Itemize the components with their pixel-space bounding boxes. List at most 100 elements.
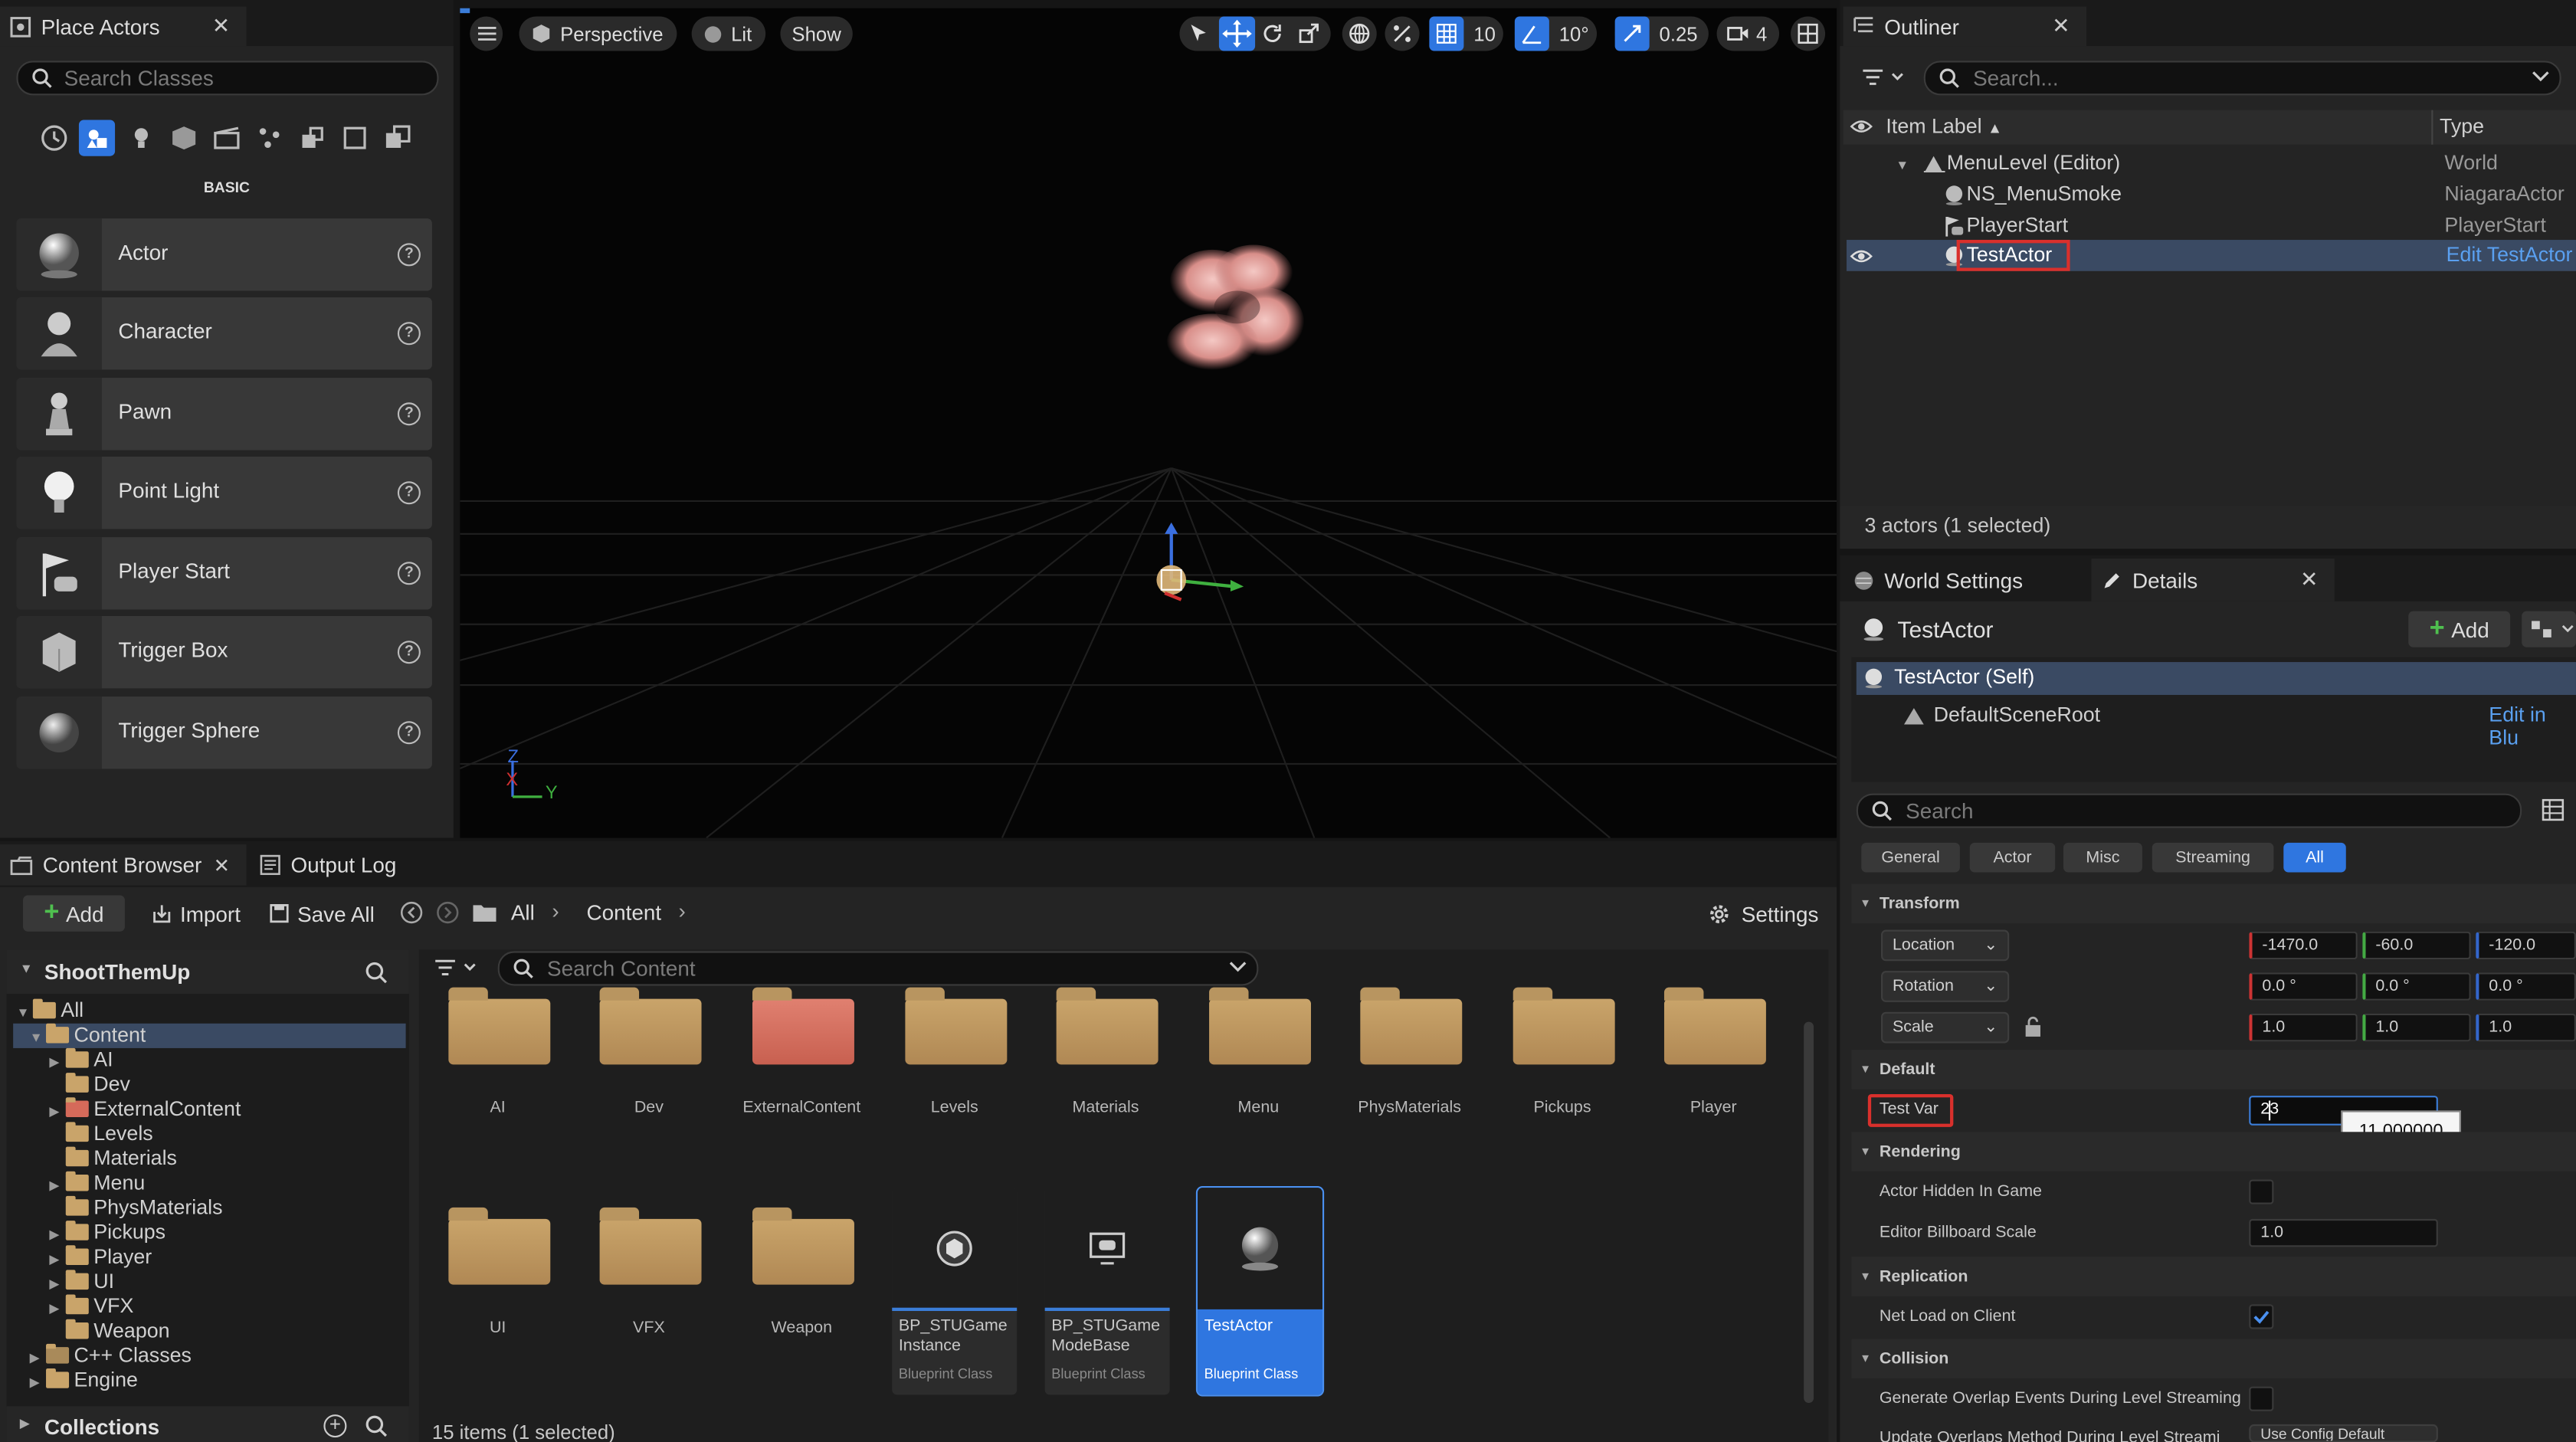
rendering-section[interactable]: Rendering <box>1851 1132 2576 1172</box>
lock-icon[interactable] <box>2022 1015 2043 1038</box>
tree-item-levels[interactable]: Levels <box>49 1122 153 1146</box>
details-actor-name[interactable]: TestActor <box>1897 616 1993 642</box>
tree-item-player[interactable]: ▶ Player <box>49 1245 152 1270</box>
help-icon[interactable]: ? <box>397 641 421 664</box>
folder-tile-levels[interactable] <box>902 985 1008 1065</box>
folder-tile-weapon[interactable] <box>749 1206 854 1285</box>
level-viewport[interactable]: Z X Y <box>460 8 1837 838</box>
tree-item-materials[interactable]: Materials <box>49 1147 177 1172</box>
folder-tile-menu[interactable] <box>1206 985 1311 1065</box>
add-button[interactable]: + Add <box>23 895 125 932</box>
close-icon[interactable]: ✕ <box>2300 567 2318 593</box>
settings-button[interactable]: Settings <box>1702 896 1824 932</box>
breadcrumb-content[interactable]: Content <box>586 900 661 925</box>
tree-item-engine[interactable]: ▶ Engine <box>30 1368 138 1393</box>
tab-place-actors[interactable]: Place Actors ✕ <box>0 6 247 47</box>
filter-all[interactable]: All <box>2283 842 2346 873</box>
filter-misc[interactable]: Misc <box>2063 842 2142 873</box>
visibility-eye-icon[interactable] <box>1850 247 1873 267</box>
tree-item-externalcontent[interactable]: ▶ ExternalContent <box>49 1097 241 1122</box>
outliner-row-menulevel[interactable]: ▼ MenuLevel (Editor) World <box>1847 148 2576 179</box>
filter-streaming[interactable]: Streaming <box>2152 842 2274 873</box>
tab-content-browser[interactable]: Content Browser ✕ <box>0 844 247 886</box>
tree-item-cpp-classes[interactable]: ▶ C++ Classes <box>30 1344 192 1368</box>
rotation-z-field[interactable]: 0.0 ° <box>2476 972 2576 1001</box>
folder-tile-pickups[interactable] <box>1509 985 1615 1065</box>
chevron-down-icon[interactable] <box>1229 958 1247 976</box>
replication-section[interactable]: Replication <box>1851 1257 2576 1296</box>
geometry-category-icon[interactable] <box>294 120 330 156</box>
collapse-icon[interactable]: ▼ <box>20 961 33 975</box>
shapes-category-icon[interactable] <box>166 120 202 156</box>
actor-item-player-start[interactable]: Player Start ? <box>16 537 432 610</box>
visibility-eye-icon[interactable] <box>1850 116 1873 136</box>
recent-icon[interactable] <box>36 120 72 156</box>
asset-tile-bp-stugame-modebase[interactable]: BP_STUGame ModeBase Blueprint Class <box>1044 1188 1170 1395</box>
import-button[interactable]: Import <box>145 896 247 932</box>
basic-category-icon[interactable] <box>78 120 116 156</box>
tab-outliner[interactable]: Outliner ✕ <box>1843 6 2087 47</box>
location-dropdown[interactable]: Location ⌄ <box>1880 929 2010 962</box>
tab-output-log[interactable]: Output Log <box>250 844 431 886</box>
net-load-checkbox[interactable] <box>2249 1304 2274 1329</box>
asset-tile-testactor[interactable]: TestActor Blueprint Class <box>1195 1186 1325 1397</box>
blueprint-options-icon[interactable] <box>2522 611 2576 647</box>
scale-dropdown[interactable]: Scale ⌄ <box>1880 1011 2010 1044</box>
tree-item-vfx[interactable]: ▶ VFX <box>49 1295 133 1319</box>
show-button[interactable]: Show <box>780 16 853 51</box>
rotation-snap-button[interactable]: 10° <box>1514 16 1598 51</box>
help-icon[interactable]: ? <box>397 402 421 426</box>
tree-item-content[interactable]: ▼ Content <box>30 1024 146 1048</box>
rotation-x-field[interactable]: 0.0 ° <box>2249 972 2358 1001</box>
forward-icon[interactable] <box>435 900 460 925</box>
select-tool-icon[interactable] <box>1189 23 1209 44</box>
save-all-button[interactable]: Save All <box>264 896 379 932</box>
tree-item-ai[interactable]: ▶ AI <box>49 1048 113 1073</box>
folder-tile-vfx[interactable] <box>596 1206 702 1285</box>
cinematic-category-icon[interactable] <box>208 120 244 156</box>
move-tool-icon[interactable] <box>1218 16 1256 51</box>
folder-tile-dev[interactable] <box>596 985 702 1065</box>
scale-z-field[interactable]: 1.0 <box>2476 1013 2576 1042</box>
back-icon[interactable] <box>399 900 424 925</box>
volumes-category-icon[interactable] <box>337 120 373 156</box>
all-classes-category-icon[interactable] <box>379 120 415 156</box>
tree-item-dev[interactable]: Dev <box>49 1073 130 1097</box>
column-type[interactable]: Type <box>2440 115 2484 138</box>
actor-item-trigger-sphere[interactable]: Trigger Sphere ? <box>16 696 432 769</box>
camera-speed-button[interactable]: 4 <box>1716 16 1780 51</box>
actor-item-pawn[interactable]: Pawn ? <box>16 378 432 451</box>
folder-tile-materials[interactable] <box>1053 985 1159 1065</box>
overlap-events-checkbox[interactable] <box>2249 1386 2274 1411</box>
tab-details[interactable]: Details ✕ <box>2091 558 2335 601</box>
help-icon[interactable]: ? <box>397 481 421 505</box>
grid-snap-button[interactable]: 10 <box>1429 16 1503 51</box>
actor-item-character[interactable]: Character ? <box>16 297 432 370</box>
viewport-menu-icon[interactable] <box>470 16 503 51</box>
location-y-field[interactable]: -60.0 <box>2362 931 2471 960</box>
folder-tile-ai[interactable] <box>445 985 551 1065</box>
outliner-row-testactor[interactable]: TestActor Edit TestActor <box>1846 240 2576 271</box>
rotate-tool-icon[interactable] <box>1262 23 1283 44</box>
filter-icon[interactable] <box>1861 66 1907 89</box>
breadcrumb-all[interactable]: All <box>511 900 535 925</box>
lit-button[interactable]: Lit <box>691 16 766 51</box>
add-collection-icon[interactable]: + <box>323 1414 347 1438</box>
location-x-field[interactable]: -1470.0 <box>2249 931 2358 960</box>
tree-item-ui[interactable]: ▶ UI <box>49 1270 114 1294</box>
viewport-layout-icon[interactable] <box>1791 16 1826 51</box>
edit-testactor-link[interactable]: Edit TestActor <box>2447 240 2573 271</box>
help-icon[interactable]: ? <box>397 243 421 267</box>
filter-actor[interactable]: Actor <box>1969 842 2056 873</box>
update-overlaps-dropdown[interactable]: Use Config Default <box>2249 1424 2438 1442</box>
asset-scrollbar[interactable] <box>1804 1021 1814 1404</box>
tree-item-menu[interactable]: ▶ Menu <box>49 1172 145 1196</box>
breadcrumb-more-icon[interactable]: › <box>679 899 686 923</box>
tab-world-settings[interactable]: World Settings <box>1844 559 2086 601</box>
chevron-down-icon[interactable] <box>2532 67 2550 86</box>
component-root-label[interactable]: DefaultSceneRoot <box>1934 703 2101 726</box>
actor-item-point-light[interactable]: Point Light ? <box>16 457 432 529</box>
tree-item-all[interactable]: ▼ All <box>16 999 84 1024</box>
collision-section[interactable]: Collision <box>1851 1339 2576 1378</box>
actor-item-actor[interactable]: Actor ? <box>16 218 432 291</box>
